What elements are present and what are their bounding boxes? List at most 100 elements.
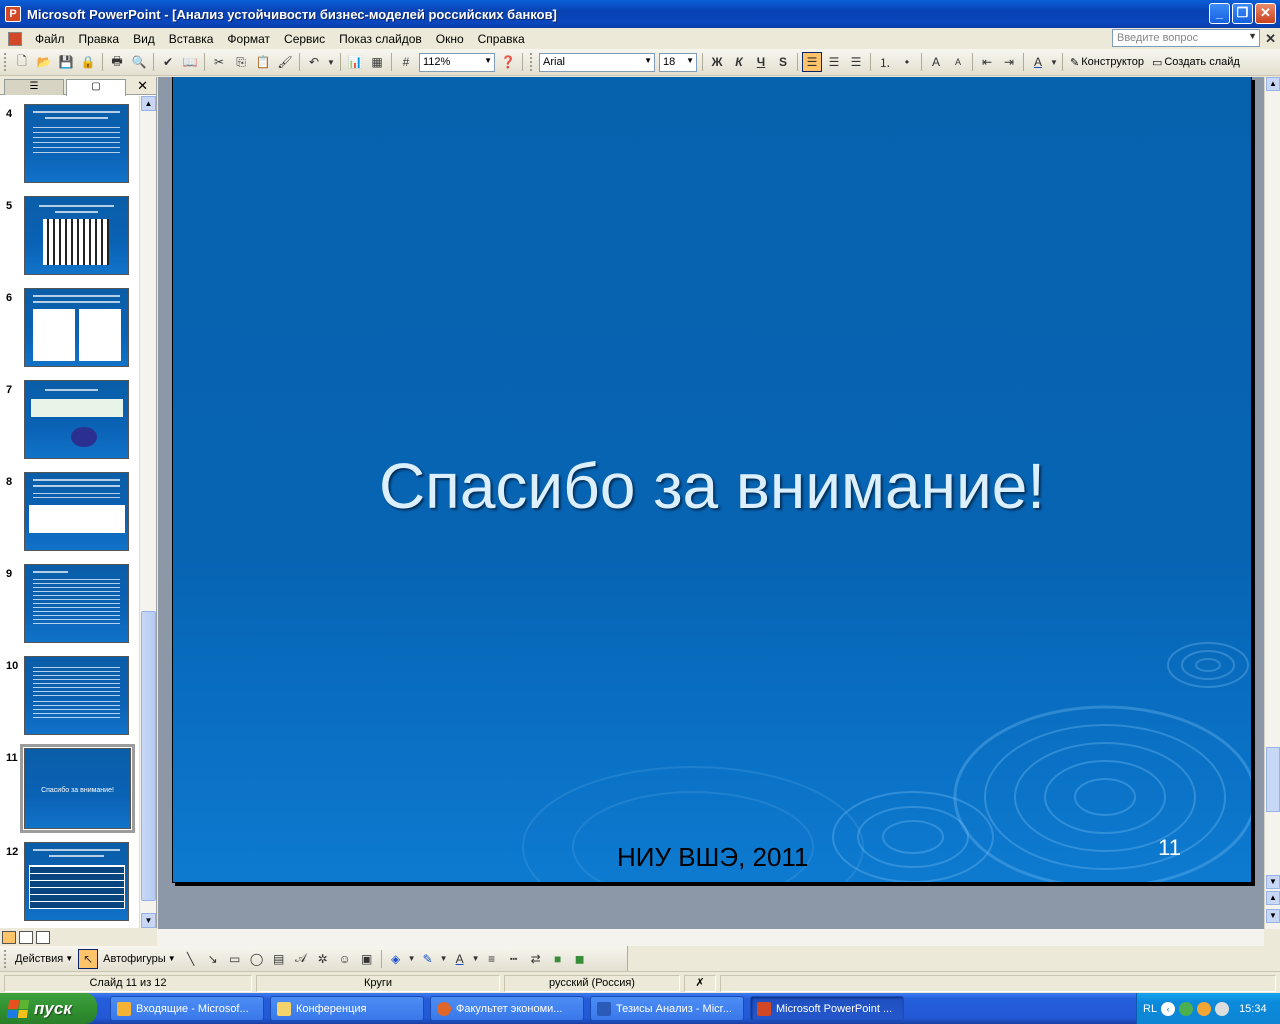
decrease-font-icon[interactable]: A xyxy=(948,52,968,72)
toolbar-grip[interactable] xyxy=(530,53,533,71)
tab-outline[interactable]: ☰ xyxy=(4,79,64,95)
menu-view[interactable]: Вид xyxy=(126,32,162,46)
print-preview-icon[interactable]: 🔍 xyxy=(129,52,149,72)
slide-thumbnail[interactable] xyxy=(24,380,129,459)
italic-button[interactable]: К xyxy=(729,52,749,72)
wordart-icon[interactable]: 𝒜 xyxy=(291,949,311,969)
menu-help[interactable]: Справка xyxy=(471,32,532,46)
scrollbar-thumb[interactable] xyxy=(141,611,156,901)
textbox-icon[interactable]: ▤ xyxy=(269,949,289,969)
scroll-down-icon[interactable]: ▼ xyxy=(141,913,156,928)
autoshapes-menu[interactable]: Автофигуры ▼ xyxy=(99,953,180,965)
font-color-icon[interactable]: A xyxy=(450,949,470,969)
new-slide-button[interactable]: ▭ Создать слайд xyxy=(1148,56,1244,69)
font-size-select[interactable]: 18 ▼ xyxy=(659,52,697,72)
help-search-input[interactable]: Введите вопрос ▼ xyxy=(1112,29,1260,47)
slide-thumbnail[interactable] xyxy=(24,472,129,551)
open-icon[interactable]: 📂 xyxy=(34,52,54,72)
scroll-down-icon[interactable]: ▼ xyxy=(1266,875,1280,889)
clipart-icon[interactable]: ☺ xyxy=(335,949,355,969)
horizontal-scrollbar[interactable] xyxy=(157,929,1264,946)
help-icon[interactable]: ❓ xyxy=(498,52,518,72)
paste-icon[interactable]: 📋 xyxy=(253,52,273,72)
actions-menu[interactable]: Действия ▼ xyxy=(11,953,77,965)
undo-dropdown-icon[interactable]: ▼ xyxy=(326,52,336,72)
dash-style-icon[interactable]: ┅ xyxy=(504,949,524,969)
language-indicator[interactable]: RL xyxy=(1143,1003,1157,1015)
grid-icon[interactable]: # xyxy=(396,52,416,72)
minimize-button[interactable]: _ xyxy=(1209,3,1230,24)
permission-icon[interactable]: 🔒 xyxy=(78,52,98,72)
volume-icon[interactable] xyxy=(1215,1001,1230,1016)
print-icon[interactable]: 🖶 xyxy=(107,52,127,72)
slides-pane-scrollbar[interactable]: ▲ ▼ xyxy=(139,96,156,928)
scroll-up-icon[interactable]: ▲ xyxy=(141,96,156,111)
menu-slideshow[interactable]: Показ слайдов xyxy=(332,32,429,46)
new-icon[interactable]: 🗋 xyxy=(12,52,32,72)
tab-slides[interactable]: ▢ xyxy=(66,79,126,96)
arrow-style-icon[interactable]: ⇄ xyxy=(526,949,546,969)
line-icon[interactable]: ╲ xyxy=(181,949,201,969)
slideshow-icon[interactable] xyxy=(36,931,50,944)
slide-thumbnail[interactable] xyxy=(24,656,129,735)
toolbar-grip[interactable] xyxy=(4,53,7,71)
select-pointer-icon[interactable]: ↖ xyxy=(78,948,99,969)
shadow-button[interactable]: S xyxy=(773,52,793,72)
antivirus-icon[interactable] xyxy=(1197,1001,1212,1016)
format-painter-icon[interactable]: 🖌 xyxy=(275,52,295,72)
decrease-indent-icon[interactable]: ⇤ xyxy=(977,52,997,72)
restore-button[interactable]: ❐ xyxy=(1232,3,1253,24)
undo-icon[interactable]: ↶ xyxy=(304,52,324,72)
menu-edit[interactable]: Правка xyxy=(72,32,127,46)
slide-thumbnail[interactable] xyxy=(24,104,129,183)
fill-color-icon[interactable]: ◈ xyxy=(386,949,406,969)
picture-icon[interactable]: ▣ xyxy=(357,949,377,969)
close-button[interactable]: ✕ xyxy=(1255,3,1276,24)
bold-button[interactable]: Ж xyxy=(707,52,727,72)
bullets-icon[interactable]: • xyxy=(897,52,917,72)
network-icon[interactable] xyxy=(1179,1001,1194,1016)
chevron-left-icon[interactable]: ‹ xyxy=(1161,1001,1176,1016)
menu-format[interactable]: Формат xyxy=(220,32,277,46)
normal-view-icon[interactable] xyxy=(2,931,16,944)
slide-number-placeholder[interactable]: 11 xyxy=(1158,835,1181,861)
designer-button[interactable]: ✎ Конструктор xyxy=(1066,56,1148,69)
insert-table-icon[interactable]: ▦ xyxy=(367,52,387,72)
research-icon[interactable]: 📖 xyxy=(180,52,200,72)
slide-thumbnail[interactable] xyxy=(24,196,129,275)
taskbar-item[interactable]: Факультет экономи... xyxy=(430,996,584,1021)
font-select[interactable]: Arial ▼ xyxy=(539,52,655,72)
slide-sorter-icon[interactable] xyxy=(19,931,33,944)
menu-insert[interactable]: Вставка xyxy=(162,32,221,46)
save-icon[interactable]: 💾 xyxy=(56,52,76,72)
copy-icon[interactable]: ⎘ xyxy=(231,52,251,72)
taskbar-item-active[interactable]: Microsoft PowerPoint ... xyxy=(750,996,904,1021)
cut-icon[interactable]: ✂ xyxy=(209,52,229,72)
font-color-dropdown-icon[interactable]: ▼ xyxy=(1050,52,1058,72)
font-color-icon[interactable]: A xyxy=(1028,52,1048,72)
spelling-status-icon[interactable]: ✗ xyxy=(684,975,716,992)
scrollbar-thumb[interactable] xyxy=(1266,747,1280,812)
underline-button[interactable]: Ч xyxy=(751,52,771,72)
taskbar-item[interactable]: Конференция xyxy=(270,996,424,1021)
zoom-select[interactable]: 112% ▼ xyxy=(419,52,495,72)
menu-tools[interactable]: Сервис xyxy=(277,32,332,46)
chevron-down-icon[interactable]: ▼ xyxy=(1248,31,1257,41)
status-design-template[interactable]: Круги xyxy=(256,975,500,992)
menu-window[interactable]: Окно xyxy=(429,32,471,46)
oval-icon[interactable]: ◯ xyxy=(247,949,267,969)
shadow-style-icon[interactable]: ■ xyxy=(548,949,568,969)
pane-close-button[interactable]: ✕ xyxy=(137,78,148,94)
slide-scrollbar[interactable]: ▲ ▼ ▲ ▼ xyxy=(1264,77,1280,929)
powerpoint-app-icon[interactable]: P xyxy=(5,6,21,22)
diagram-icon[interactable]: ✲ xyxy=(313,949,333,969)
line-color-dropdown-icon[interactable]: ▼ xyxy=(440,949,448,969)
font-color-dropdown-icon[interactable]: ▼ xyxy=(472,949,480,969)
insert-chart-icon[interactable]: 📊 xyxy=(345,52,365,72)
start-button[interactable]: пуск xyxy=(0,993,97,1024)
taskbar-item[interactable]: Тезисы Анализ - Micr... xyxy=(590,996,744,1021)
slide-thumbnail[interactable] xyxy=(24,288,129,367)
taskbar-item[interactable]: Входящие - Microsof... xyxy=(110,996,264,1021)
toolbar-grip[interactable] xyxy=(4,949,7,968)
slide-thumbnail[interactable] xyxy=(24,842,129,921)
